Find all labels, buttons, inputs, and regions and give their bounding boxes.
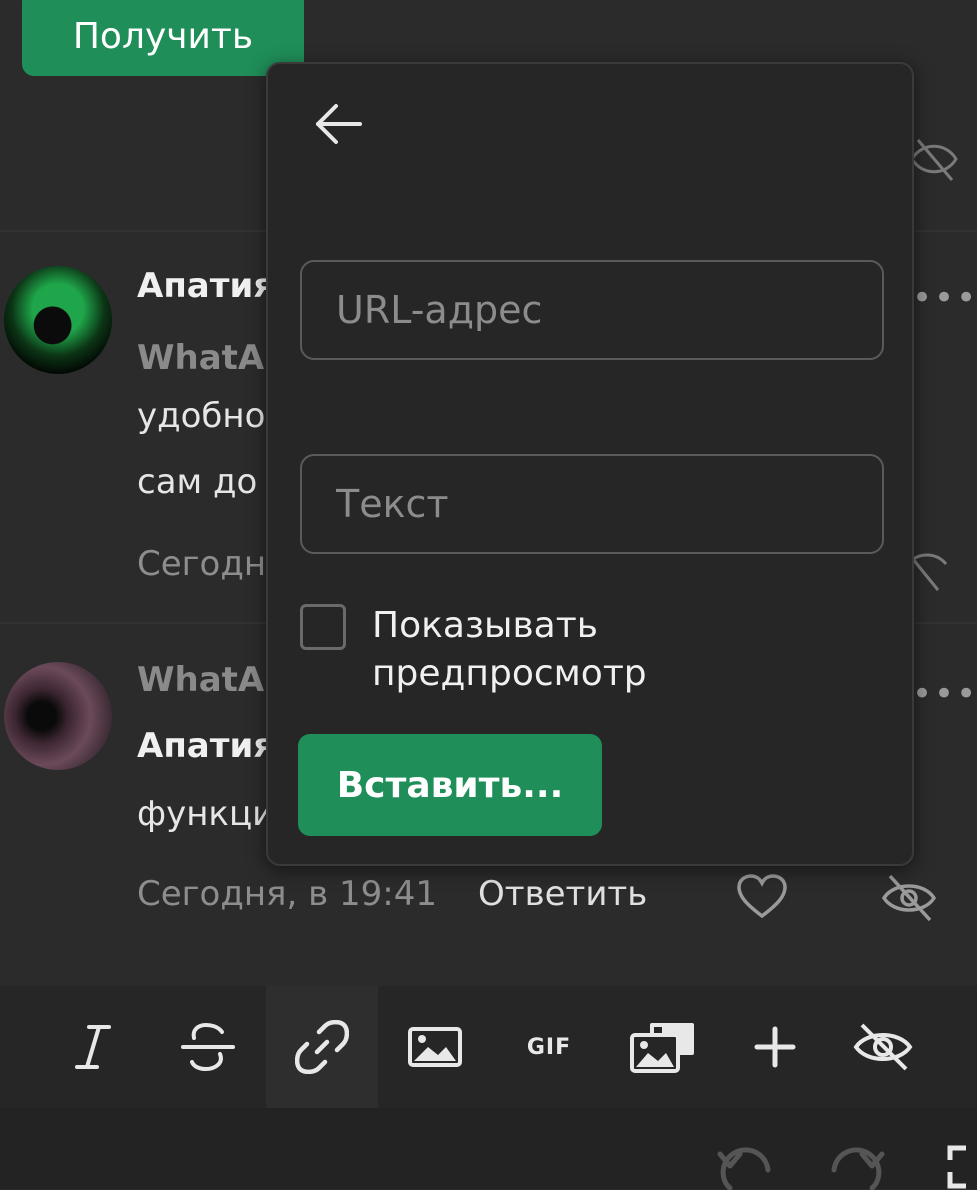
comment-text: сам до: [137, 462, 258, 502]
text-input[interactable]: [300, 454, 884, 554]
bottom-toolbar: [0, 1108, 977, 1190]
fullscreen-icon[interactable]: [944, 1142, 977, 1189]
comment-author[interactable]: Апатия: [137, 726, 275, 766]
comment-author[interactable]: Апатия: [137, 266, 275, 306]
reply-button[interactable]: Ответить: [478, 874, 647, 914]
link-icon: [295, 1020, 349, 1074]
hide-icon[interactable]: [908, 542, 948, 592]
heart-icon[interactable]: [736, 874, 788, 920]
avatar[interactable]: [4, 266, 112, 374]
back-arrow-icon[interactable]: [314, 102, 364, 146]
italic-button[interactable]: [38, 986, 148, 1108]
preview-checkbox-label[interactable]: Показывать предпросмотр: [372, 602, 772, 698]
redo-icon[interactable]: [830, 1140, 886, 1190]
comment-quote: WhatA: [137, 338, 265, 378]
link-button[interactable]: [266, 986, 378, 1108]
hide-icon[interactable]: [880, 872, 938, 924]
gif-icon: GIF: [526, 1034, 572, 1060]
add-button[interactable]: [720, 986, 830, 1108]
image-button[interactable]: [380, 986, 490, 1108]
plus-icon: [754, 1026, 796, 1068]
image-icon: [408, 1027, 462, 1067]
editor-toolbar: GIF: [0, 986, 977, 1108]
more-icon[interactable]: •••: [912, 278, 977, 318]
eye-off-icon: [853, 1023, 913, 1071]
comment-time: Сегодня, в 19:41: [137, 874, 437, 914]
gif-button[interactable]: GIF: [494, 986, 604, 1108]
gallery-icon: [630, 1023, 694, 1073]
strikethrough-button[interactable]: [153, 986, 263, 1108]
get-button[interactable]: Получить: [22, 0, 304, 76]
strikethrough-icon: [181, 1022, 235, 1072]
insert-button[interactable]: Вставить...: [298, 734, 602, 836]
more-icon[interactable]: •••: [912, 674, 977, 714]
hide-icon[interactable]: [908, 134, 960, 184]
italic-icon: [75, 1025, 111, 1069]
comment-text: удобно: [137, 396, 266, 436]
preview-checkbox[interactable]: [300, 604, 346, 650]
undo-icon[interactable]: [716, 1140, 772, 1190]
avatar[interactable]: [4, 662, 112, 770]
gallery-button[interactable]: [608, 986, 718, 1108]
comment-time: Сегодн: [137, 544, 267, 584]
spoiler-button[interactable]: [828, 986, 938, 1108]
insert-link-popup: Показывать предпросмотр Вставить...: [266, 62, 914, 866]
url-input[interactable]: [300, 260, 884, 360]
comment-quote: WhatA: [137, 660, 265, 700]
comment-text: функци: [137, 794, 275, 834]
